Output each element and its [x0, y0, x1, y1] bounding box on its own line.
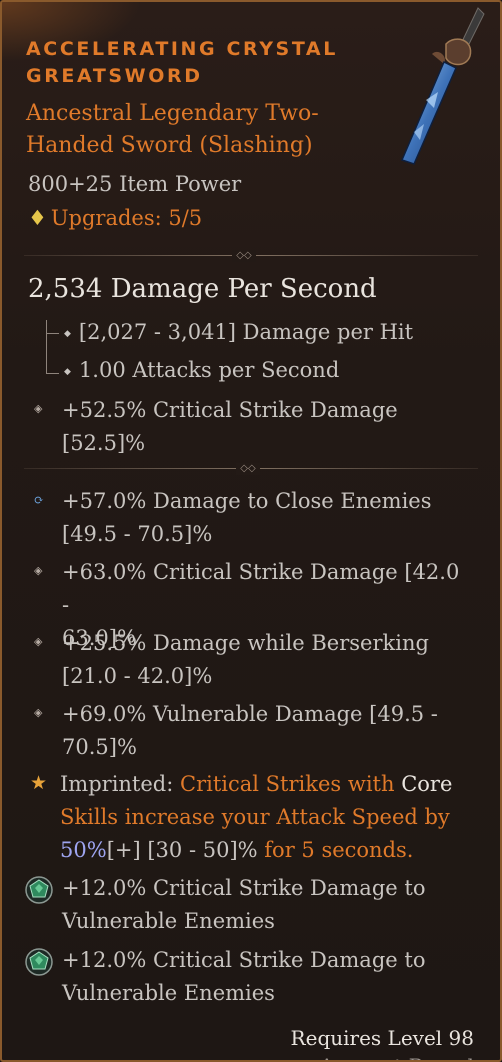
account-bound: Account Bound	[320, 1054, 474, 1060]
gem-affix: +12.0% Critical Strike Damage to Vulnerab…	[62, 876, 426, 933]
attacks-per-second: ◆ 1.00 Attacks per Second	[64, 358, 340, 382]
upgrades-label: Upgrades: 5/5	[50, 206, 203, 230]
sword-icon	[400, 7, 485, 165]
emerald-gem-icon	[25, 876, 53, 904]
diamond-bullet-icon: ◈	[34, 564, 43, 577]
damage-per-hit: ◆ [2,027 - 3,041] Damage per Hit	[64, 320, 414, 344]
section-divider: ◇◇	[24, 463, 478, 475]
item-tooltip: ACCELERATING CRYSTAL GREATSWORD Ancestra…	[0, 0, 502, 1062]
upgrades-count: ♦ Upgrades: 5/5	[28, 206, 202, 230]
item-name: ACCELERATING CRYSTAL GREATSWORD	[26, 38, 338, 87]
diamond-icon: ♦	[28, 206, 47, 230]
diamond-bullet-icon: ◈	[34, 635, 43, 648]
item-power: 800+25 Item Power	[28, 172, 242, 196]
emerald-gem-icon	[25, 948, 53, 976]
stat-tree-lines	[46, 320, 59, 374]
implicit-affix: +52.5% Critical Strike Damage [52.5]%	[62, 398, 398, 455]
diamond-bullet-icon: ◈	[34, 706, 43, 719]
item-type: Ancestral Legendary Two-Handed Sword (Sl…	[26, 101, 319, 158]
affix-row: +69.0% Vulnerable Damage [49.5 -70.5]%	[62, 702, 438, 759]
diamond-bullet-icon: ◈	[34, 402, 43, 415]
affix-row: +57.0% Damage to Close Enemies [49.5 - 70…	[62, 489, 432, 546]
affix-row: +25.5% Damage while Berserking [21.0 - 42…	[62, 631, 429, 688]
imprinted-aspect: Imprinted: Critical Strikes with Core Sk…	[60, 772, 453, 862]
star-icon: ★	[30, 772, 48, 794]
section-divider: ◇◇	[24, 250, 478, 262]
greater-affix-icon: ⟳	[34, 493, 45, 507]
dps-value: 2,534 Damage Per Second	[28, 274, 377, 304]
gem-affix: +12.0% Critical Strike Damage to Vulnerab…	[62, 948, 426, 1005]
required-level: Requires Level 98	[290, 1026, 474, 1050]
